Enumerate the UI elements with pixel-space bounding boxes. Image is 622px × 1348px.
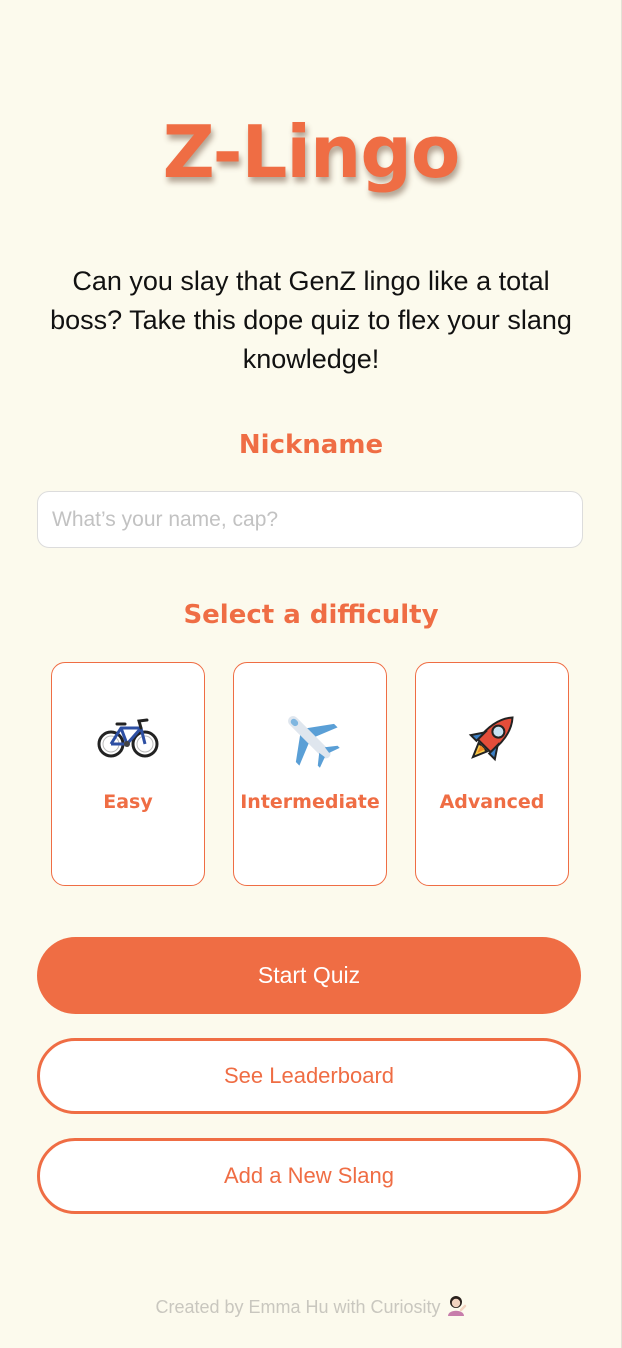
difficulty-label-easy: Easy [103, 791, 153, 813]
nickname-input[interactable] [37, 491, 583, 548]
page: Z-Lingo Can you slay that GenZ lingo lik… [0, 0, 622, 1348]
woman-tipping-hand-icon [445, 1294, 467, 1321]
bicycle-icon [52, 703, 204, 773]
footer: Created by Emma Hu with Curiosity [0, 1294, 622, 1321]
airplane-icon [234, 703, 386, 773]
difficulty-card-intermediate[interactable]: Intermediate [233, 662, 387, 886]
see-leaderboard-button[interactable]: See Leaderboard [37, 1038, 581, 1114]
difficulty-card-advanced[interactable]: Advanced [415, 662, 569, 886]
start-quiz-button[interactable]: Start Quiz [37, 937, 581, 1014]
rocket-icon [416, 703, 568, 773]
difficulty-card-easy[interactable]: Easy [51, 662, 205, 886]
footer-credit: Created by Emma Hu with Curiosity [155, 1297, 441, 1317]
difficulty-label: Select a difficulty [183, 600, 439, 630]
difficulty-label-intermediate: Intermediate [240, 791, 380, 813]
difficulty-label-advanced: Advanced [439, 791, 545, 813]
nickname-label: Nickname [238, 430, 384, 460]
app-title: Z-Lingo [162, 110, 461, 194]
tagline: Can you slay that GenZ lingo like a tota… [50, 266, 572, 374]
add-new-slang-button[interactable]: Add a New Slang [37, 1138, 581, 1214]
